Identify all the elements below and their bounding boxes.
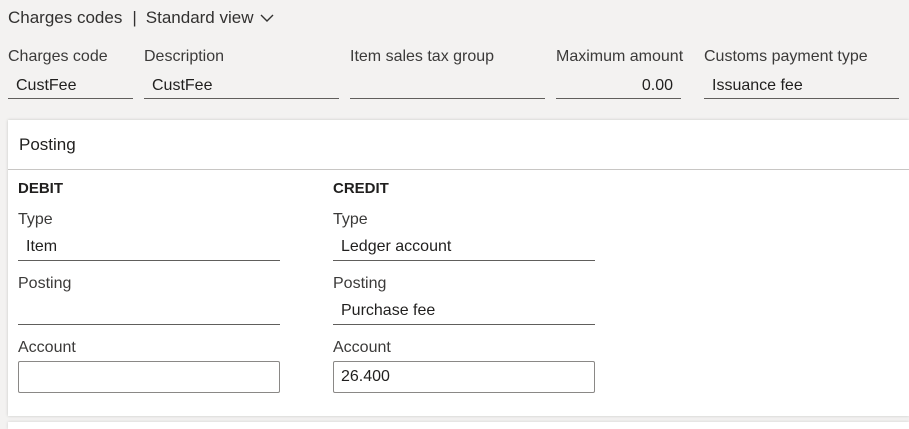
debit-heading: DEBIT — [18, 180, 63, 197]
credit-type-label: Type — [333, 211, 368, 228]
credit-posting-label: Posting — [333, 275, 387, 292]
title-separator: | — [132, 8, 137, 27]
view-selector[interactable]: Standard view — [146, 8, 276, 28]
credit-account-input[interactable]: 26.400 — [333, 361, 595, 393]
page-title: Charges codes — [8, 8, 123, 27]
charges-code-input[interactable]: CustFee — [8, 73, 133, 99]
debit-type-label: Type — [18, 211, 53, 228]
credit-posting-select[interactable]: Purchase fee — [333, 297, 595, 325]
debit-account-label: Account — [18, 339, 76, 356]
debit-posting-label: Posting — [18, 275, 72, 292]
posting-panel: Posting DEBIT Type Item Posting Account … — [8, 120, 909, 416]
posting-panel-title: Posting — [19, 134, 76, 154]
description-input[interactable]: CustFee — [144, 73, 339, 99]
credit-account-label: Account — [333, 339, 391, 356]
charges-code-label: Charges code — [8, 48, 108, 65]
credit-column: CREDIT Type Ledger account Posting Purch… — [333, 170, 595, 393]
posting-panel-header[interactable]: Posting — [8, 120, 909, 170]
debit-posting-select[interactable] — [18, 297, 280, 325]
debit-column: DEBIT Type Item Posting Account — [18, 170, 280, 393]
maximum-amount-input[interactable]: 0.00 — [556, 73, 681, 99]
maximum-amount-label: Maximum amount — [556, 48, 684, 65]
item-sales-tax-group-label: Item sales tax group — [350, 48, 495, 65]
credit-heading: CREDIT — [333, 180, 389, 197]
charges-code-field: Charges code CustFee — [8, 46, 133, 99]
chevron-down-icon — [260, 14, 273, 22]
description-label: Description — [144, 48, 225, 65]
item-sales-tax-group-field: Item sales tax group — [350, 46, 545, 99]
customs-payment-type-select[interactable]: Issuance fee — [704, 73, 899, 99]
description-field: Description CustFee — [144, 46, 339, 99]
customs-payment-type-field: Customs payment type Issuance fee — [704, 46, 899, 99]
item-sales-tax-group-input[interactable] — [350, 73, 545, 99]
maximum-amount-field: Maximum amount 0.00 — [556, 46, 684, 99]
page-header: Charges codes | Standard view — [8, 6, 276, 30]
debit-account-input[interactable] — [18, 361, 280, 393]
view-selector-label: Standard view — [145, 8, 254, 27]
debit-type-select[interactable]: Item — [18, 233, 280, 261]
customs-payment-type-label: Customs payment type — [704, 48, 868, 65]
next-panel-edge — [8, 422, 909, 429]
credit-type-select[interactable]: Ledger account — [333, 233, 595, 261]
